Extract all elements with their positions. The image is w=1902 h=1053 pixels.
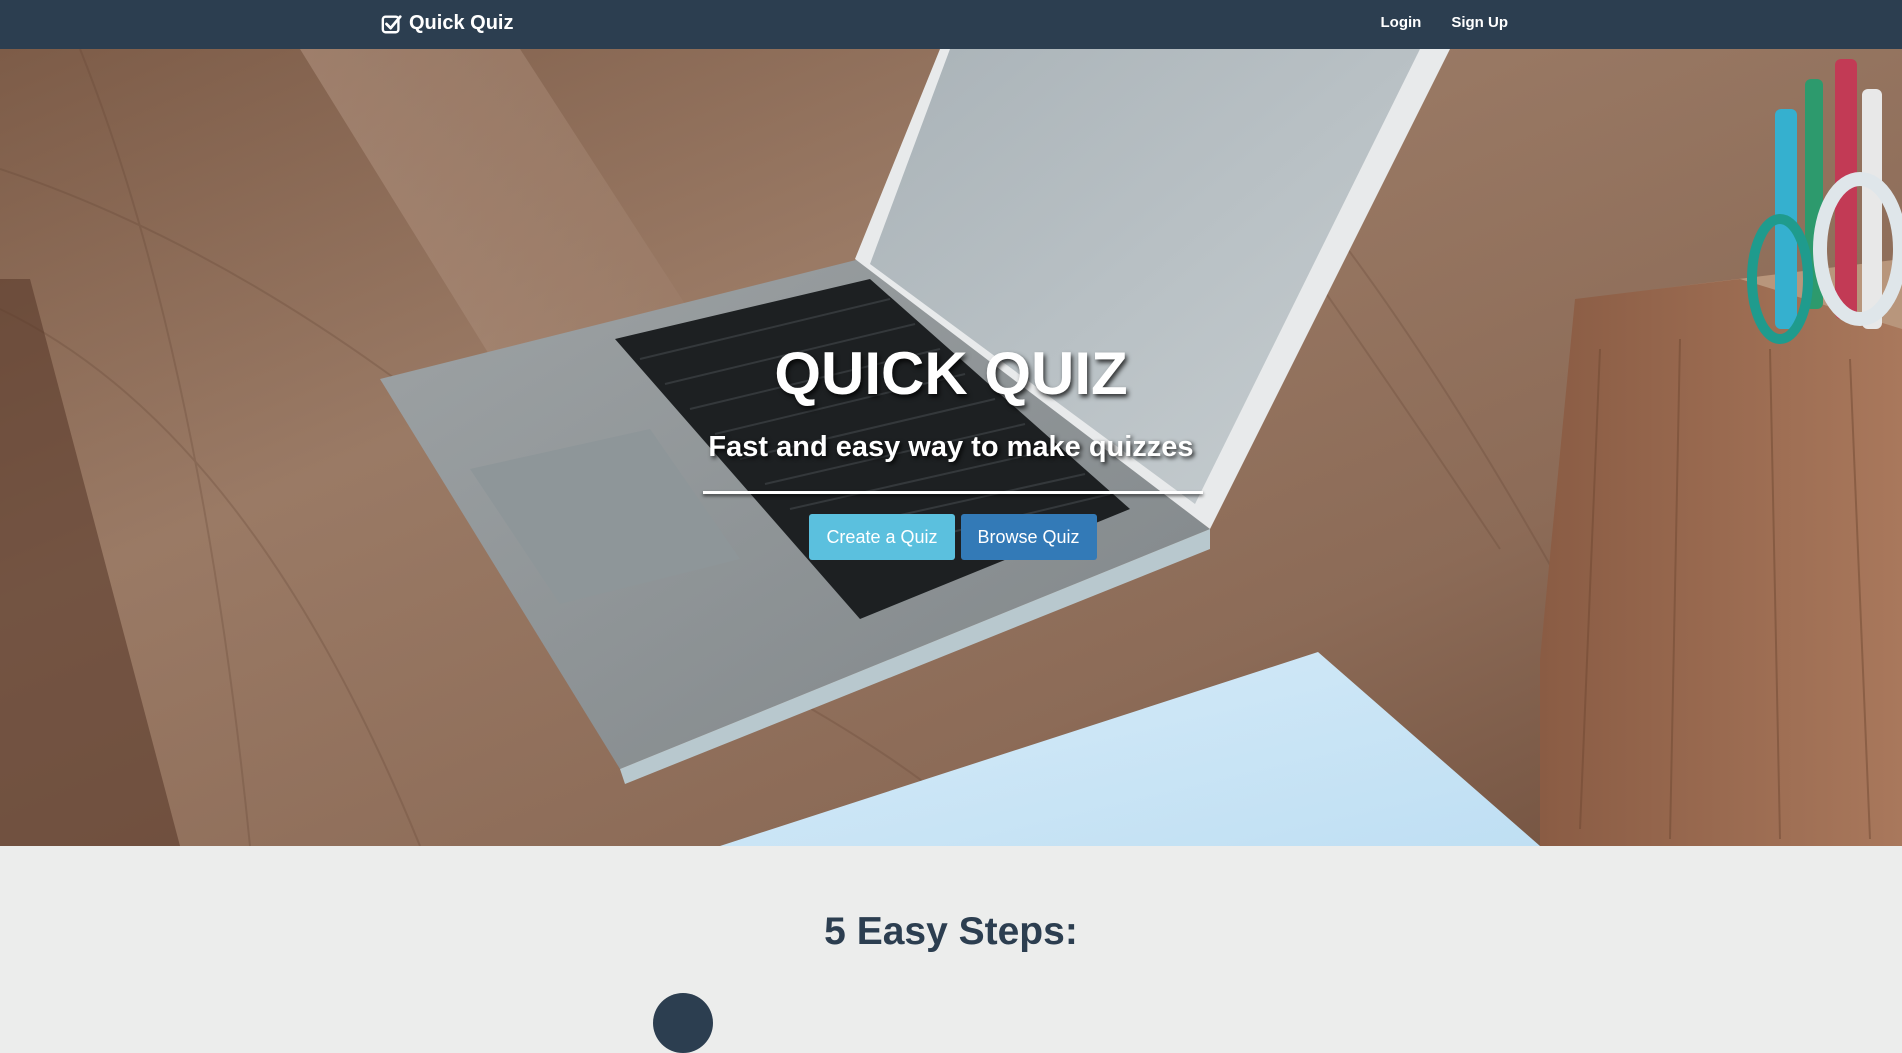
login-link[interactable]: Login — [1381, 14, 1422, 35]
nav-links: Login Sign Up — [1351, 0, 1509, 49]
signup-link[interactable]: Sign Up — [1451, 14, 1508, 35]
hero-subtitle: Fast and easy way to make quizzes — [708, 431, 1194, 463]
check-square-icon — [381, 14, 402, 33]
hero-divider — [703, 491, 1203, 494]
hero-banner: QUICK QUIZ Fast and easy way to make qui… — [0, 49, 1902, 846]
hero-content: QUICK QUIZ Fast and easy way to make qui… — [0, 49, 1902, 846]
brand-link[interactable]: Quick Quiz — [381, 12, 513, 35]
top-navbar: Quick Quiz Login Sign Up — [0, 0, 1902, 49]
browse-quiz-button[interactable]: Browse Quiz — [960, 514, 1097, 560]
create-quiz-button[interactable]: Create a Quiz — [809, 514, 955, 560]
steps-title: 5 Easy Steps: — [824, 910, 1078, 953]
hero-buttons: Create a Quiz Browse Quiz — [0, 514, 1902, 560]
hero-title: QUICK QUIZ — [774, 340, 1128, 407]
step-number-badge — [653, 993, 713, 1053]
brand-label: Quick Quiz — [409, 12, 514, 34]
steps-section: 5 Easy Steps: — [0, 846, 1902, 1053]
